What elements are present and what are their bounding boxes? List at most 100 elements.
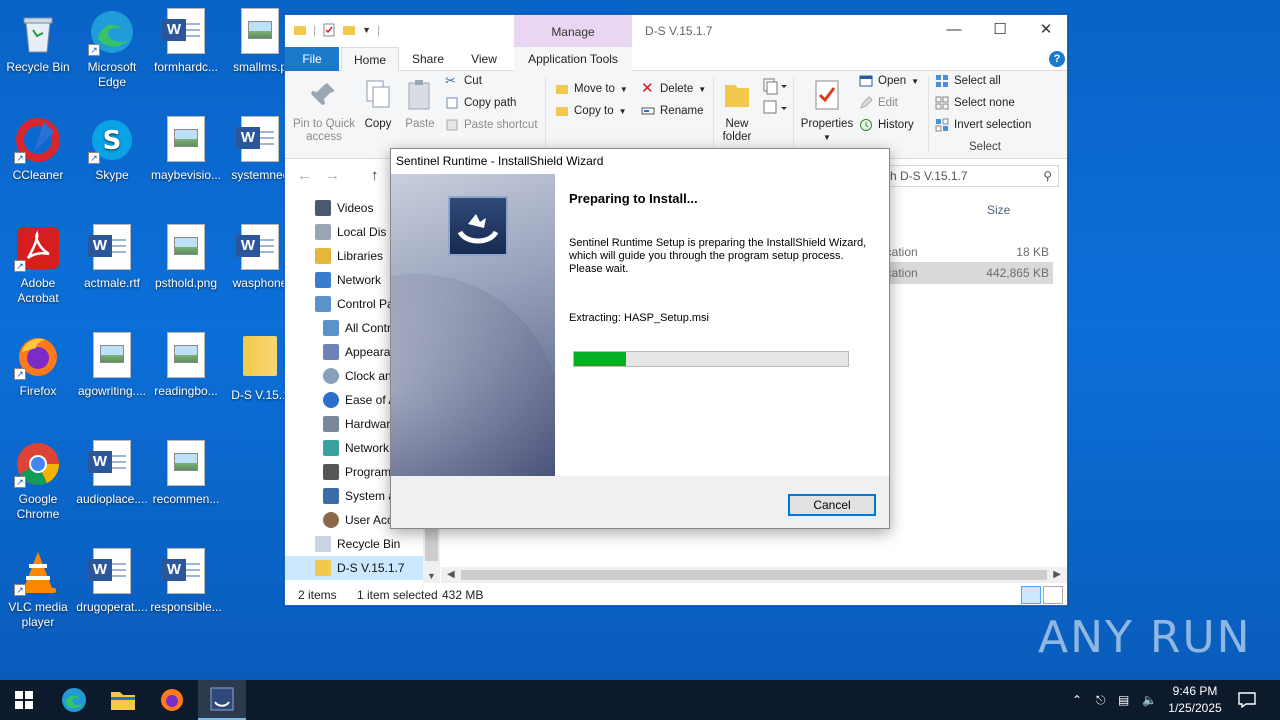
nav-item-libraries[interactable]: Libraries (315, 244, 383, 268)
minimize-button[interactable]: — (931, 15, 977, 45)
nav-item-control-panel[interactable]: Control Pa (315, 292, 394, 316)
new-folder-icon[interactable] (342, 23, 356, 37)
close-button[interactable]: ✕ (1023, 15, 1069, 45)
scroll-down-icon[interactable]: ▼ (423, 571, 440, 581)
nav-item-clock[interactable]: Clock an (323, 364, 392, 388)
desktop-icon-vlc[interactable]: ↗ VLC media player (0, 548, 76, 630)
select-all-button[interactable]: Select all (935, 71, 1001, 91)
tab-file[interactable]: File (285, 47, 339, 71)
desktop-icon-psthold[interactable]: psthold.png (148, 224, 224, 291)
nav-item-ease-of-access[interactable]: Ease of A (323, 388, 396, 412)
properties-icon[interactable] (322, 23, 336, 37)
new-item-icon (763, 78, 787, 95)
forward-arrow-icon[interactable]: → (325, 167, 340, 184)
desktop-icon-skype[interactable]: S ↗ Skype (74, 116, 150, 183)
desktop-icon-label: recommen... (152, 492, 220, 506)
nav-item-user-accounts[interactable]: User Acc (323, 508, 393, 532)
desktop-icon-formhardc[interactable]: W formhardc... (148, 8, 224, 75)
up-arrow-icon[interactable]: ↑ (371, 167, 379, 184)
pin-quick-access-button[interactable]: Pin to Quick access (291, 79, 357, 144)
open-button[interactable]: Open ▼ (859, 71, 919, 91)
properties-button[interactable]: Properties ▼ (797, 79, 857, 144)
cancel-button[interactable]: Cancel (788, 494, 876, 516)
desktop-icon-readingbo[interactable]: readingbo... (148, 332, 224, 399)
nav-item-network-internet[interactable]: Network (323, 436, 389, 460)
nav-item-hardware[interactable]: Hardwar (323, 412, 390, 436)
file-row[interactable]: ication 18 KB (881, 241, 1053, 263)
tab-manage[interactable]: Manage (514, 15, 632, 47)
search-input[interactable]: h D-S V.15.1.7 ⚲ (883, 165, 1059, 187)
file-row-selected[interactable]: ication 442,865 KB (881, 262, 1053, 284)
desktop-icon-ccleaner[interactable]: ↗ CCleaner (0, 116, 76, 183)
chevron-down-icon[interactable]: ▼ (362, 25, 371, 35)
nav-item-recycle-bin[interactable]: Recycle Bin (315, 532, 400, 556)
nav-item-local-disk[interactable]: Local Dis (315, 220, 386, 244)
desktop-icon-responsible[interactable]: W responsible... (148, 548, 224, 615)
desktop-icon-actmale[interactable]: W actmale.rtf (74, 224, 150, 291)
new-item-button[interactable] (763, 77, 787, 98)
installshield-icon[interactable] (198, 680, 246, 720)
desktop-icon-drugoperat[interactable]: W drugoperat.... (74, 548, 150, 615)
desktop-icon-firefox[interactable]: ↗ Firefox (0, 332, 76, 399)
edge-icon[interactable] (50, 680, 98, 720)
file-explorer-icon[interactable] (99, 680, 147, 720)
desktop-icon-chrome[interactable]: ↗ Google Chrome (0, 440, 76, 522)
details-view-icon[interactable] (1021, 586, 1041, 604)
nav-item-system[interactable]: System a (323, 484, 395, 508)
svg-text:S: S (103, 126, 122, 156)
nav-item-ds-folder[interactable]: D-S V.15.1.7 (285, 556, 425, 580)
desktop-icon-audioplace[interactable]: W audioplace.... (74, 440, 150, 507)
select-none-button[interactable]: Select none (935, 93, 1015, 113)
show-hidden-icons[interactable]: ⌃ (1072, 680, 1082, 720)
notifications-icon[interactable] (1238, 680, 1256, 720)
tab-share[interactable]: Share (405, 47, 451, 71)
delete-button[interactable]: ✕ Delete ▼ (641, 79, 706, 99)
start-icon[interactable] (0, 680, 48, 720)
firefox-icon[interactable] (148, 680, 196, 720)
scroll-thumb[interactable] (425, 525, 438, 561)
column-header-size[interactable]: Size (987, 203, 1010, 217)
nav-item-videos[interactable]: Videos (315, 196, 373, 220)
back-arrow-icon[interactable]: ← (297, 167, 312, 184)
edit-button[interactable]: Edit (859, 93, 898, 113)
desktop-icon-agowriting[interactable]: agowriting.... (74, 332, 150, 399)
copy-path-button[interactable]: Copy path (445, 93, 516, 113)
scroll-left-icon[interactable]: ◀ (447, 567, 455, 583)
word-doc-icon: W (162, 8, 210, 56)
large-icons-view-icon[interactable] (1043, 586, 1063, 604)
horizontal-scrollbar[interactable]: ◀ ▶ (441, 567, 1067, 583)
copy-button[interactable]: Copy (361, 79, 395, 131)
desktop-icon-recycle-bin[interactable]: Recycle Bin (0, 8, 76, 75)
invert-selection-button[interactable]: Invert selection (935, 115, 1031, 135)
paste-shortcut-button[interactable]: Paste shortcut (445, 115, 538, 135)
tab-view[interactable]: View (461, 47, 507, 71)
scroll-right-icon[interactable]: ▶ (1053, 567, 1061, 583)
desktop-icon-acrobat[interactable]: ↗ Adobe Acrobat (0, 224, 76, 306)
maximize-button[interactable]: ☐ (977, 15, 1023, 45)
easy-access-button[interactable] (763, 99, 787, 120)
tab-application-tools[interactable]: Application Tools (514, 47, 632, 71)
usb-icon[interactable]: ⎋ (1096, 680, 1106, 720)
system-clock[interactable]: 9:46 PM 1/25/2025 (1160, 683, 1230, 717)
dialog-heading: Preparing to Install... (569, 191, 698, 206)
history-button[interactable]: History (859, 115, 914, 135)
new-folder-button[interactable]: New folder (717, 79, 757, 144)
paste-button[interactable]: Paste (403, 79, 437, 131)
move-to-button[interactable]: Move to ▼ (555, 79, 628, 99)
network-icon[interactable]: ▤ (1118, 680, 1129, 720)
copy-to-button[interactable]: Copy to ▼ (555, 101, 627, 121)
volume-icon[interactable]: 🔈 (1142, 680, 1157, 720)
scroll-thumb[interactable] (461, 570, 1047, 580)
nav-item-network[interactable]: Network (315, 268, 381, 292)
desktop-icon-maybevisio[interactable]: maybevisio... (148, 116, 224, 183)
rename-button[interactable]: Rename (641, 101, 703, 121)
tab-home[interactable]: Home (341, 47, 399, 72)
desktop-icon-edge[interactable]: ↗ Microsoft Edge (74, 8, 150, 90)
word-doc-icon: W (236, 224, 284, 272)
help-icon[interactable]: ? (1049, 51, 1065, 67)
nav-item-all-control[interactable]: All Contr (323, 316, 391, 340)
nav-item-programs[interactable]: Program (323, 460, 391, 484)
desktop-icon-recommen[interactable]: recommen... (148, 440, 224, 507)
nav-item-appearance[interactable]: Appeara (323, 340, 390, 364)
cut-button[interactable]: ✂ Cut (445, 71, 482, 91)
